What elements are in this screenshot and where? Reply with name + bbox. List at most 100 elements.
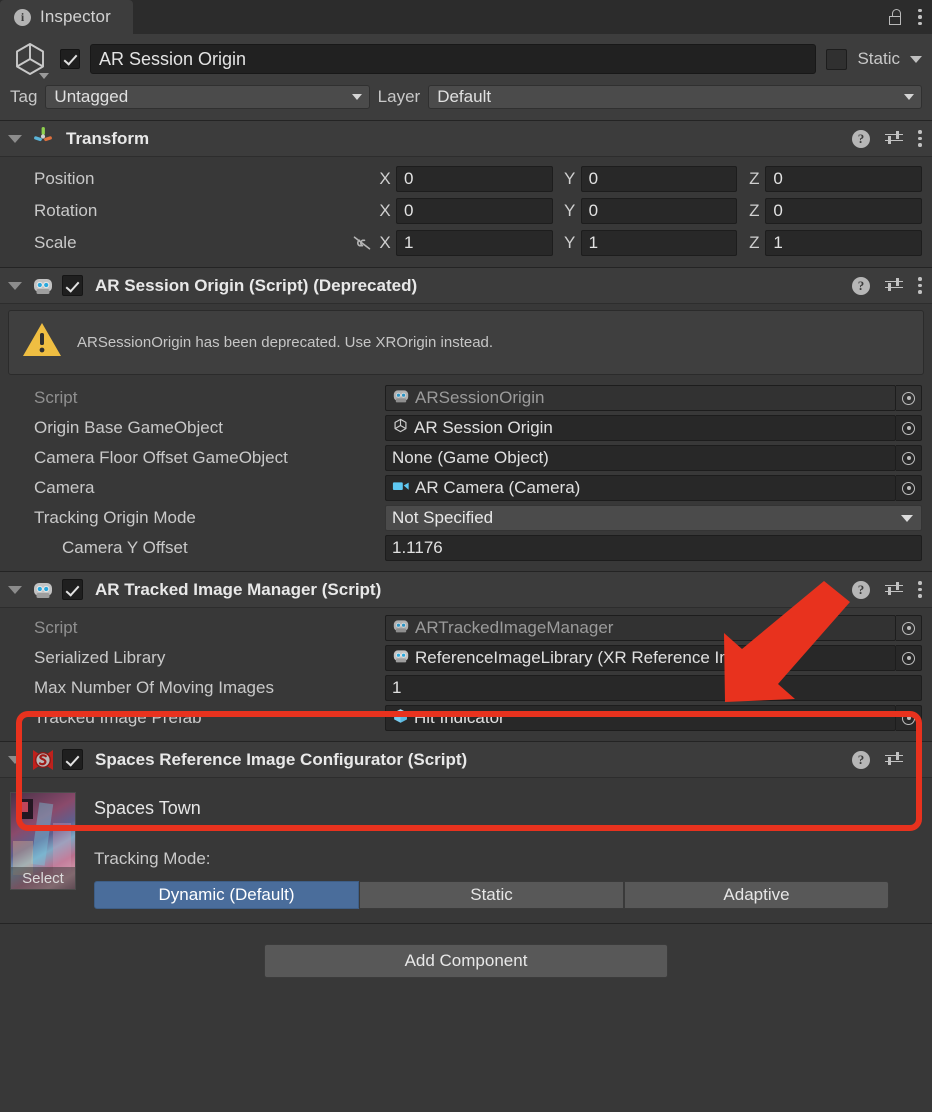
chevron-down-icon [901,515,913,522]
add-component-area: Add Component [0,923,932,1000]
tracked-image-prefab-value: Hit Indicator [414,708,505,727]
static-dropdown-caret-icon[interactable] [910,55,922,63]
tab-inspector[interactable]: i Inspector [0,0,133,34]
gameobject-icon-caret[interactable] [39,73,49,79]
unlocked-padlock-icon[interactable] [888,9,902,25]
tracking-mode-option-static[interactable]: Static [359,881,624,909]
inspector-tabbar: i Inspector [0,0,932,34]
serialized-library-field[interactable]: ReferenceImageLibrary (XR Reference Imag… [385,645,896,671]
spaces-configurator-header[interactable]: Spaces Reference Image Configurator (Scr… [0,742,932,778]
property-row-script: Script ARSessionOrigin [10,383,922,413]
camera-y-offset-input[interactable]: 1.1176 [385,535,922,561]
tabbar-actions [888,0,922,34]
position-label: Position [34,169,95,188]
preset-settings-icon[interactable] [885,130,903,147]
script-robot-icon [32,276,54,296]
static-checkbox[interactable] [826,48,848,70]
preset-settings-icon[interactable] [885,581,903,598]
ar-session-origin-enabled-checkbox[interactable] [62,275,83,296]
axis-y-label: Y [564,201,576,220]
tracking-mode-option-adaptive[interactable]: Adaptive [624,881,889,909]
foldout-triangle-icon[interactable] [8,585,22,594]
rotation-y-input[interactable]: 0 [580,198,738,224]
gameobject-enabled-checkbox[interactable] [60,49,80,69]
tracking-mode-option-dynamic[interactable]: Dynamic (Default) [94,881,359,909]
position-y-input[interactable]: 0 [580,166,738,192]
scale-constrain-link-icon[interactable] [350,235,374,251]
camera-field[interactable]: AR Camera (Camera) [385,475,896,501]
script-label: Script [34,618,78,637]
position-x-input[interactable]: 0 [396,166,553,192]
camera-picker-button[interactable] [896,475,922,501]
script-object-picker-button[interactable] [896,385,922,411]
position-z-input[interactable]: 0 [765,166,923,192]
foldout-triangle-icon[interactable] [8,755,22,764]
camera-floor-offset-field[interactable]: None (Game Object) [385,445,896,471]
origin-base-gameobject-picker-button[interactable] [896,415,922,441]
help-icon[interactable]: ? [852,580,870,599]
kebab-menu-icon[interactable] [918,277,922,294]
property-row-script: Script ARTrackedImageManager [10,613,922,643]
help-icon[interactable]: ? [852,276,870,295]
tracking-origin-mode-value: Not Specified [392,508,494,527]
chevron-down-icon [904,94,914,100]
preset-settings-icon[interactable] [885,751,903,768]
property-row-origin-base-gameobject: Origin Base GameObject AR Session Origin [10,413,922,443]
thumbnail-select-button[interactable]: Select [11,867,75,889]
layer-label: Layer [377,87,421,106]
axis-x-label: X [379,201,391,220]
tag-dropdown[interactable]: Untagged [45,85,370,109]
scale-z-input[interactable]: 1 [765,230,923,256]
gameobject-header: AR Session Origin Static Tag Untagged La… [0,34,932,120]
kebab-menu-icon[interactable] [918,130,922,147]
scale-y-input[interactable]: 1 [580,230,738,256]
tracked-image-prefab-label: Tracked Image Prefab [34,708,202,727]
kebab-menu-icon[interactable] [918,581,922,598]
tracking-origin-mode-dropdown[interactable]: Not Specified [385,505,922,531]
help-icon[interactable]: ? [852,129,870,148]
script-robot-icon [32,580,54,600]
serialized-library-picker-button[interactable] [896,645,922,671]
script-object-picker-button[interactable] [896,615,922,641]
foldout-triangle-icon[interactable] [8,281,22,290]
camera-value: AR Camera (Camera) [415,478,581,497]
target-ring-icon [902,481,915,495]
origin-base-gameobject-field[interactable]: AR Session Origin [385,415,896,441]
script-value: ARSessionOrigin [415,388,545,407]
transform-rotation-row: Rotation X 0 Y 0 Z 0 [10,195,923,227]
max-number-of-moving-images-input[interactable]: 1 [385,675,922,701]
tracked-image-prefab-field[interactable]: Hit Indicator [385,705,896,731]
script-value: ARTrackedImageManager [415,618,614,637]
preset-settings-icon[interactable] [885,277,903,294]
spaces-configurator-body: Select Spaces Town Tracking Mode: Dynami… [0,778,932,923]
foldout-triangle-icon[interactable] [8,134,22,143]
kebab-menu-icon[interactable] [918,751,922,768]
component-ar-session-origin: AR Session Origin (Script) (Deprecated) … [0,267,932,571]
camera-floor-offset-label: Camera Floor Offset GameObject [34,448,288,467]
max-number-of-moving-images-label: Max Number Of Moving Images [34,678,274,697]
spaces-configurator-enabled-checkbox[interactable] [62,749,83,770]
transform-header[interactable]: Transform ? [0,121,932,157]
property-row-camera-floor-offset: Camera Floor Offset GameObject None (Gam… [10,443,922,473]
transform-title: Transform [66,128,150,148]
ar-session-origin-header[interactable]: AR Session Origin (Script) (Deprecated) … [0,268,932,304]
ar-tracked-image-manager-header[interactable]: AR Tracked Image Manager (Script) ? [0,572,932,608]
gameobject-tag-layer-row: Tag Untagged Layer Default [10,84,922,110]
gameobject-name-input[interactable]: AR Session Origin [90,44,817,74]
tracking-mode-label: Tracking Mode: [94,849,211,868]
tracked-image-prefab-picker-button[interactable] [896,705,922,731]
layer-dropdown[interactable]: Default [428,85,922,109]
help-icon[interactable]: ? [852,750,870,769]
scale-x-input[interactable]: 1 [396,230,553,256]
gameobject-cube-icon [392,417,409,439]
tag-label: Tag [10,87,38,106]
ar-tracked-image-manager-enabled-checkbox[interactable] [62,579,83,600]
kebab-menu-icon[interactable] [918,8,922,26]
rotation-z-input[interactable]: 0 [765,198,923,224]
camera-floor-offset-picker-button[interactable] [896,445,922,471]
rotation-x-input[interactable]: 0 [396,198,553,224]
reference-image-thumbnail[interactable]: Select [10,792,76,890]
script-robot-icon [392,618,410,639]
add-component-button[interactable]: Add Component [264,944,668,978]
camera-icon [392,478,410,498]
